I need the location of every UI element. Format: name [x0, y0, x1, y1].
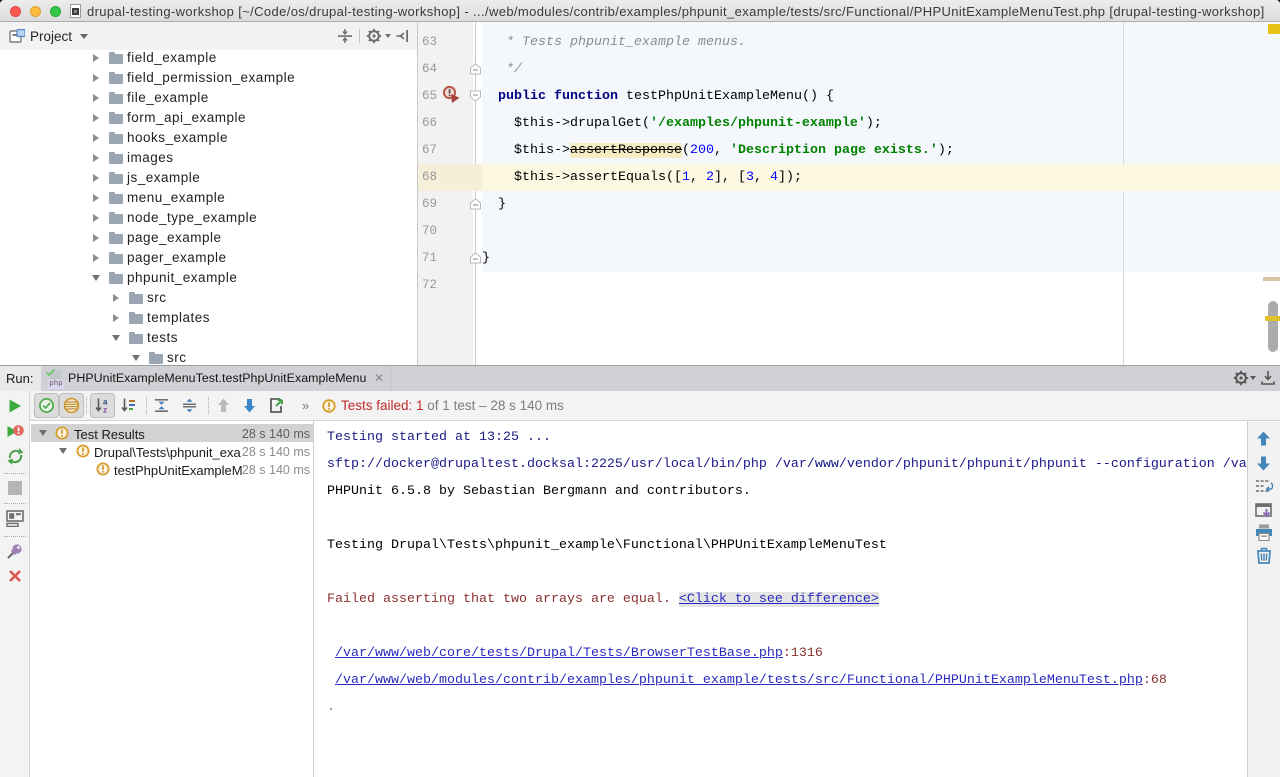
svg-text:z: z	[103, 406, 107, 415]
